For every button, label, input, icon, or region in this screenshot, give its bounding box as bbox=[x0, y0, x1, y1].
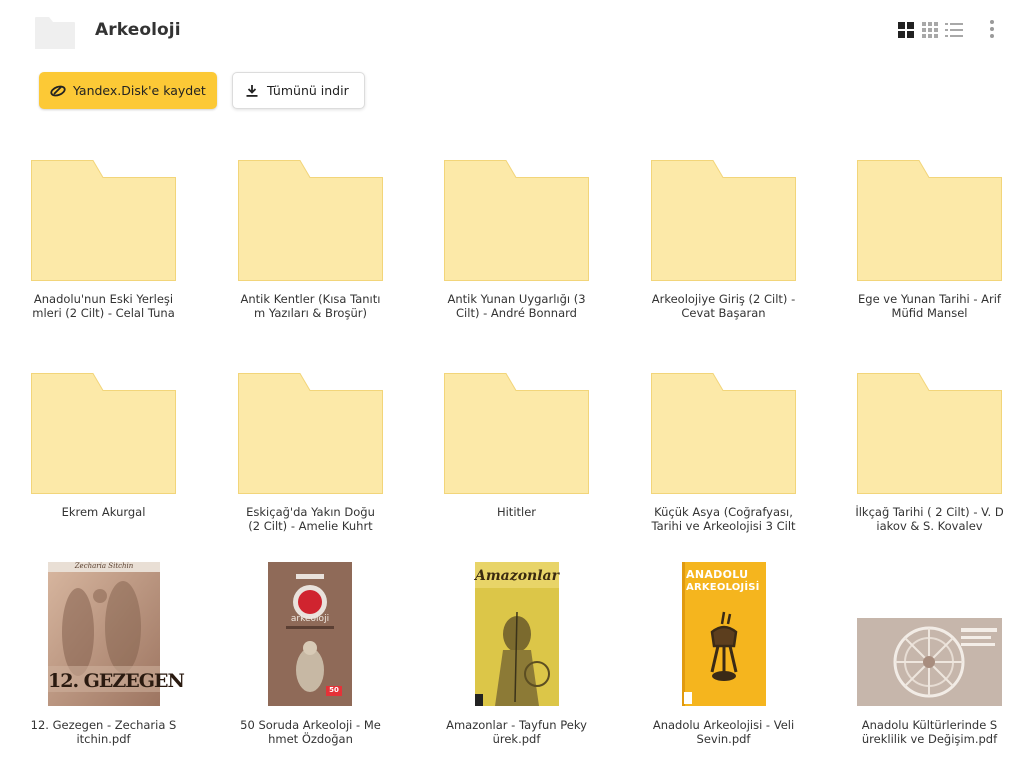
item-label: Anadolu Arkeolojisi - Veli Sevin.pdf bbox=[652, 718, 795, 746]
folder-icon bbox=[223, 160, 398, 295]
cover-title: 12. GEZEGEN bbox=[48, 670, 185, 692]
item-label: Arkeolojiye Giriş (2 Cilt) - Cevat Başara… bbox=[651, 292, 796, 320]
folder-icon bbox=[16, 373, 191, 508]
folder-icon bbox=[636, 373, 811, 508]
folder-icon bbox=[223, 373, 398, 508]
item-label: Amazonlar - Tayfun Peky ürek.pdf bbox=[446, 718, 587, 746]
item-label: 12. Gezegen - Zecharia Sitchin.pdf bbox=[30, 718, 177, 746]
item-label: Antik Yunan Uygarlığı (3 Cilt) - André Bo… bbox=[447, 292, 586, 320]
item-label: 50 Soruda Arkeoloji - Me hmet Özdoğan bbox=[240, 718, 381, 746]
file-grid: Anadolu'nun Eski Yerleşi mleri (2 Cilt) -… bbox=[0, 0, 1033, 761]
item-label: Ege ve Yunan Tarihi - Arif Müfid Mansel bbox=[858, 292, 1001, 320]
item-label: Antik Kentler (Kısa Tanıtı m Yazıları & B… bbox=[240, 292, 381, 320]
cover-author: Zecharia Sitchin bbox=[74, 562, 134, 570]
item-label: İlkçağ Tarihi ( 2 Cilt) - V. Diakov & S.… bbox=[855, 505, 1004, 533]
folder-icon bbox=[842, 373, 1017, 508]
folder-icon bbox=[429, 373, 604, 508]
item-label: Anadolu Kültürlerinde Süreklilik ve Deği… bbox=[861, 718, 998, 746]
book-cover-thumbnail: arkeoloji 50 bbox=[268, 562, 352, 706]
item-label: Ekrem Akurgal bbox=[61, 505, 146, 519]
item-label: Küçük Asya (Coğrafyası, Tarihi ve Arkeolo… bbox=[651, 505, 796, 533]
item-label: Anadolu'nun Eski Yerleşi mleri (2 Cilt) -… bbox=[32, 292, 175, 320]
cover-title-line1: ANADOLU bbox=[686, 568, 749, 581]
cover-title: arkeoloji bbox=[290, 614, 330, 624]
folder-icon bbox=[842, 160, 1017, 295]
book-cover-thumbnail: Zecharia Sitchin 12. GEZEGEN bbox=[48, 562, 185, 706]
folder-icon bbox=[16, 160, 191, 295]
book-cover-thumbnail: Amazonlar bbox=[475, 562, 559, 706]
book-cover-thumbnail: ANADOLU ARKEOLOJİSİ bbox=[682, 562, 766, 706]
cover-title: Amazonlar bbox=[475, 568, 559, 584]
cover-title-line2: ARKEOLOJİSİ bbox=[686, 582, 760, 593]
book-cover-thumbnail bbox=[857, 618, 1002, 706]
item-label: Hititler bbox=[496, 505, 537, 519]
item-label: Eskiçağ'da Yakın Doğu (2 Cilt) - Amelie K… bbox=[246, 505, 375, 533]
folder-icon bbox=[429, 160, 604, 295]
folder-icon bbox=[636, 160, 811, 295]
cover-number: 50 bbox=[329, 686, 339, 694]
